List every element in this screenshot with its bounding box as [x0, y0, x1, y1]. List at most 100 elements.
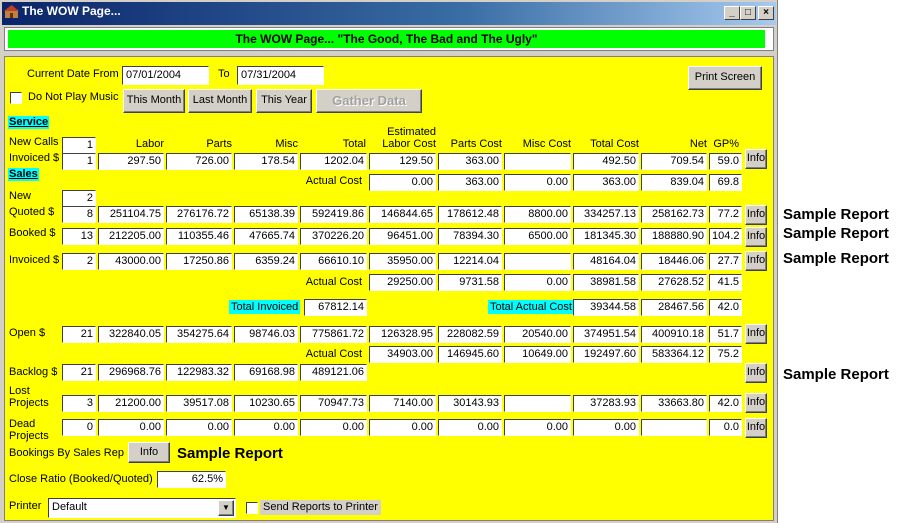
- open-row-net: 400910.18: [641, 326, 707, 343]
- sales-actual-row-est-labor-cost: 29250.00: [369, 274, 436, 291]
- open-actual-row-misc-cost: 10649.00: [504, 346, 571, 363]
- open-row-est-labor-cost: 126328.95: [369, 326, 436, 343]
- open-row-parts-cost: 228082.59: [438, 326, 502, 343]
- quoted-label: Quoted $: [9, 206, 55, 218]
- sample-report-quoted[interactable]: Sample Report: [783, 206, 889, 223]
- header-est-line2: Labor Cost: [382, 138, 436, 150]
- bookings-info-button[interactable]: Info: [128, 442, 170, 463]
- service-invoiced-row-total-cost: 492.50: [573, 153, 639, 170]
- sales-invoiced-row-total-cost: 48164.04: [573, 253, 639, 270]
- lost-row-parts: 39517.08: [166, 395, 232, 412]
- maximize-button[interactable]: □: [740, 6, 756, 20]
- chevron-down-icon[interactable]: ▼: [218, 500, 234, 516]
- sample-report-booked[interactable]: Sample Report: [783, 225, 889, 242]
- sales-actual-row-net: 27628.52: [641, 274, 707, 291]
- dead-label-2: Projects: [9, 430, 49, 442]
- printer-select[interactable]: Default: [48, 498, 236, 518]
- dead-row-total: 0.00: [300, 419, 367, 436]
- header-net: Net: [689, 138, 707, 150]
- booked-label: Booked $: [9, 227, 56, 239]
- quoted-row-total-cost: 334257.13: [573, 206, 639, 223]
- sales-invoiced-row-net: 18446.06: [641, 253, 707, 270]
- app-icon: [4, 5, 19, 18]
- lost-row-misc-cost: [504, 395, 571, 412]
- last-month-button[interactable]: Last Month: [188, 89, 252, 113]
- booked-info-button[interactable]: Info: [745, 227, 767, 247]
- dead-row-est-labor-cost: 0.00: [369, 419, 436, 436]
- service-invoiced-label: Invoiced $: [9, 152, 60, 164]
- service-invoiced-row-net: 709.54: [641, 153, 707, 170]
- open-row-misc: 98746.03: [234, 326, 298, 343]
- service-invoiced-row-parts-cost: 363.00: [438, 153, 502, 170]
- sales-actual-row-total-cost: 38981.58: [573, 274, 639, 291]
- send-reports-checkbox[interactable]: [246, 502, 258, 514]
- backlog-row-count: 21: [62, 364, 96, 381]
- backlog-row-total: 489121.06: [300, 364, 367, 381]
- service-invoiced-row-est-labor-cost: 129.50: [369, 153, 436, 170]
- lost-row-parts-cost: 30143.93: [438, 395, 502, 412]
- open-row-misc-cost: 20540.00: [504, 326, 571, 343]
- backlog-label: Backlog $: [9, 366, 58, 378]
- quoted-row-count: 8: [62, 206, 96, 223]
- sales-actual-row-parts-cost: 9731.58: [438, 274, 502, 291]
- total-gp-value: 42.0: [709, 299, 742, 316]
- sales-invoiced-row-parts-cost: 12214.04: [438, 253, 502, 270]
- service-invoiced-row-gp: 59.0: [709, 153, 742, 170]
- sample-report-backlog[interactable]: Sample Report: [783, 366, 889, 383]
- date-from-input[interactable]: 07/01/2004: [122, 66, 209, 85]
- date-to-label: To: [218, 68, 230, 80]
- open-label: Open $: [9, 327, 46, 339]
- dead-row-parts-cost: 0.00: [438, 419, 502, 436]
- open-info-button[interactable]: Info: [745, 324, 767, 344]
- open-actual-row-gp: 75.2: [709, 346, 742, 363]
- sales-actual-row-misc-cost: 0.00: [504, 274, 571, 291]
- lost-row-labor: 21200.00: [98, 395, 164, 412]
- sales-new-label: New: [9, 190, 32, 202]
- open-actual-row-parts-cost: 146945.60: [438, 346, 502, 363]
- bookings-sample-report[interactable]: Sample Report: [177, 445, 283, 462]
- service-invoiced-info-button[interactable]: Info: [745, 149, 767, 169]
- print-screen-button[interactable]: Print Screen: [688, 66, 762, 90]
- open-row-count: 21: [62, 326, 96, 343]
- lost-row-est-labor-cost: 7140.00: [369, 395, 436, 412]
- this-year-button[interactable]: This Year: [256, 89, 312, 113]
- sales-invoiced-row-count: 2: [62, 253, 96, 270]
- dead-row-gp: 0.0: [709, 419, 742, 436]
- sales-invoiced-info-button[interactable]: Info: [745, 251, 767, 271]
- sample-report-invoiced[interactable]: Sample Report: [783, 250, 889, 267]
- backlog-info-button[interactable]: Info: [745, 363, 767, 383]
- sales-new-value: 2: [62, 190, 96, 207]
- service-actual-row-gp: 69.8: [709, 174, 742, 191]
- sales-invoiced-row-misc-cost: [504, 253, 571, 270]
- date-from-label: Current Date From: [27, 68, 119, 80]
- open-actual-row-net: 583364.12: [641, 346, 707, 363]
- quoted-row-net: 258162.73: [641, 206, 707, 223]
- backlog-row-labor: 296968.76: [98, 364, 164, 381]
- bookings-by-rep-label: Bookings By Sales Rep: [9, 447, 124, 459]
- printer-select-value: Default: [52, 501, 87, 513]
- header-parts: Parts: [206, 138, 232, 150]
- lost-row-misc: 10230.65: [234, 395, 298, 412]
- service-invoiced-row-count: 1: [62, 153, 96, 170]
- dead-row-parts: 0.00: [166, 419, 232, 436]
- close-ratio-label: Close Ratio (Booked/Quoted): [9, 473, 153, 485]
- open-actual-row-total-cost: 192497.60: [573, 346, 639, 363]
- dead-info-button[interactable]: Info: [745, 418, 767, 438]
- lost-row-gp: 42.0: [709, 395, 742, 412]
- open-row-total: 775861.72: [300, 326, 367, 343]
- no-music-checkbox[interactable]: [10, 92, 22, 104]
- date-to-input[interactable]: 07/31/2004: [237, 66, 324, 85]
- sales-actual-cost-label: Actual Cost: [305, 276, 362, 288]
- header-parts-cost: Parts Cost: [450, 138, 502, 150]
- minimize-button[interactable]: _: [724, 6, 740, 20]
- header-misc: Misc: [275, 138, 298, 150]
- this-month-button[interactable]: This Month: [123, 89, 185, 113]
- quoted-row-parts-cost: 178612.48: [438, 206, 502, 223]
- close-button[interactable]: ×: [758, 6, 774, 20]
- booked-row-total-cost: 181345.30: [573, 228, 639, 245]
- banner: The WOW Page... "The Good, The Bad and T…: [8, 30, 765, 48]
- quoted-row-parts: 276176.72: [166, 206, 232, 223]
- quoted-info-button[interactable]: Info: [745, 205, 767, 225]
- lost-info-button[interactable]: Info: [745, 393, 767, 413]
- gather-data-button[interactable]: Gather Data: [316, 89, 422, 113]
